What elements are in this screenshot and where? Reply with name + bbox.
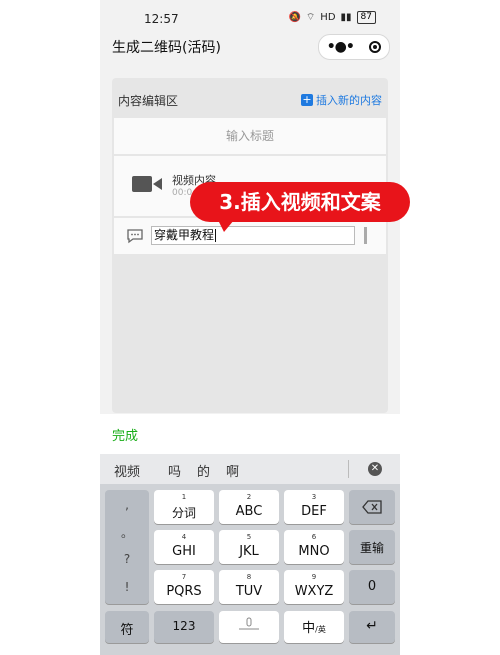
- phone-screen: 12:57 🔕 ⌔ HD ▮▮ 87 生成二维码(活码) •●• 内容编辑区 +…: [100, 0, 400, 655]
- microphone-icon: [239, 617, 259, 630]
- text-content-value: 穿戴甲教程: [154, 228, 215, 242]
- key-label: PQRS: [166, 584, 202, 599]
- key-label: 123: [172, 619, 196, 633]
- wifi-icon: ⌔: [305, 12, 316, 23]
- key-label: MNO: [298, 544, 330, 559]
- text-content-item[interactable]: 穿戴甲教程: [114, 218, 386, 254]
- symbol-key[interactable]: ,: [105, 498, 149, 512]
- candidate-item[interactable]: 的: [197, 461, 210, 480]
- signal-icon: ▮▮: [340, 12, 352, 23]
- plus-icon: +: [301, 93, 313, 106]
- close-target-icon[interactable]: [369, 41, 382, 53]
- key-6[interactable]: 6 MNO: [284, 530, 344, 564]
- more-icon[interactable]: •●•: [327, 39, 355, 55]
- key-number: 8: [246, 573, 252, 581]
- key-number: 7: [181, 573, 187, 581]
- insert-content-label: 插入新的内容: [316, 94, 382, 107]
- symbol-key-main[interactable]: 符: [105, 611, 149, 643]
- insert-content-button[interactable]: + 插入新的内容: [301, 92, 382, 108]
- video-camera-icon: [132, 176, 162, 192]
- key-number: 1: [181, 493, 187, 501]
- key-label: ABC: [235, 504, 263, 519]
- key-label: JKL: [239, 544, 259, 559]
- key-label: 0: [367, 579, 377, 594]
- comment-icon: [127, 229, 143, 244]
- key-label: 符: [120, 623, 134, 638]
- symbol-key[interactable]: 。: [105, 524, 149, 541]
- symbol-key[interactable]: ?: [105, 552, 149, 566]
- title-bar: 生成二维码(活码) •●•: [100, 34, 400, 66]
- key-number: 2: [246, 493, 252, 501]
- key-1[interactable]: 1 分词: [154, 490, 214, 524]
- status-icons: 🔕 ⌔ HD ▮▮ 87: [288, 11, 376, 24]
- close-candidates-icon[interactable]: ✕: [368, 462, 382, 476]
- symbol-column[interactable]: , 。 ? !: [105, 490, 149, 604]
- section-title: 内容编辑区: [118, 94, 179, 108]
- key-number: 9: [311, 573, 317, 581]
- key-label: GHI: [172, 544, 196, 559]
- backspace-key[interactable]: [349, 490, 395, 524]
- language-switch-key[interactable]: 中/英: [284, 611, 344, 643]
- zero-key[interactable]: 0: [349, 570, 395, 604]
- key-label: TUV: [235, 584, 263, 599]
- numeric-key[interactable]: 123: [154, 611, 214, 643]
- mute-icon: 🔕: [288, 12, 301, 23]
- text-caret: [215, 229, 217, 242]
- key-4[interactable]: 4 GHI: [154, 530, 214, 564]
- enter-key[interactable]: ↵: [349, 611, 395, 643]
- resize-handle[interactable]: [364, 227, 367, 244]
- candidate-item[interactable]: 吗: [168, 461, 181, 480]
- candidate-item[interactable]: 啊: [226, 461, 239, 480]
- key-number: 6: [311, 533, 317, 541]
- symbol-key[interactable]: !: [105, 580, 149, 594]
- key-number: 3: [311, 493, 317, 501]
- hd-icon: HD: [320, 12, 336, 23]
- lang-sub: 英: [317, 625, 326, 634]
- lang-main: 中: [302, 621, 316, 636]
- reinput-key[interactable]: 重输: [349, 530, 395, 564]
- key-9[interactable]: 9 WXYZ: [284, 570, 344, 604]
- key-5[interactable]: 5 JKL: [219, 530, 279, 564]
- key-8[interactable]: 8 TUV: [219, 570, 279, 604]
- status-time: 12:57: [144, 12, 179, 26]
- key-2[interactable]: 2 ABC: [219, 490, 279, 524]
- done-toolbar: 完成: [100, 414, 400, 454]
- battery-icon: 87: [356, 11, 376, 24]
- key-label: DEF: [301, 504, 327, 519]
- key-7[interactable]: 7 PQRS: [154, 570, 214, 604]
- done-button[interactable]: 完成: [112, 425, 138, 444]
- space-key[interactable]: [219, 611, 279, 643]
- status-bar: 12:57 🔕 ⌔ HD ▮▮ 87: [100, 0, 400, 38]
- key-label: 重输: [359, 541, 384, 555]
- keyboard: 视频 吗 的 啊 ✕ , 。 ? ! 1 分词 2 ABC 3 DEF 4 GH…: [100, 454, 400, 655]
- backspace-icon: [362, 500, 382, 514]
- candidate-bar: 视频 吗 的 啊 ✕: [100, 454, 400, 484]
- page-title: 生成二维码(活码): [112, 40, 221, 56]
- key-number: 5: [246, 533, 252, 541]
- key-3[interactable]: 3 DEF: [284, 490, 344, 524]
- key-label: WXYZ: [294, 584, 334, 599]
- instruction-banner: 3.插入视频和文案: [190, 182, 410, 232]
- video-duration: 00:0: [172, 188, 193, 198]
- title-input[interactable]: 输入标题: [114, 118, 386, 154]
- enter-icon: ↵: [366, 618, 378, 634]
- key-label: 分词: [171, 506, 196, 520]
- candidate-item[interactable]: 视频: [114, 461, 140, 480]
- mini-program-capsule[interactable]: •●•: [318, 34, 390, 60]
- candidate-divider: [348, 460, 349, 478]
- text-content-input[interactable]: 穿戴甲教程: [151, 226, 355, 245]
- content-editor-card: 内容编辑区 + 插入新的内容 输入标题 视频内容 00:0 穿戴甲教程: [112, 78, 388, 413]
- key-number: 4: [181, 533, 187, 541]
